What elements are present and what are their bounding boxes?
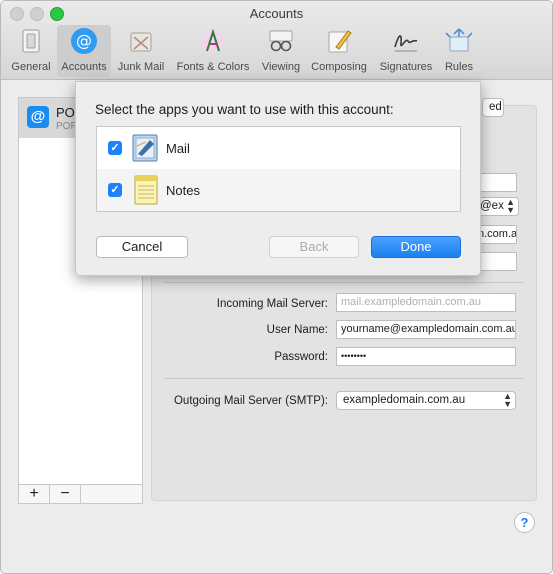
toolbar-label: Rules xyxy=(444,61,474,73)
glasses-icon xyxy=(269,30,293,52)
notes-app-icon xyxy=(134,175,158,205)
help-button[interactable]: ? xyxy=(514,512,535,533)
toolbar-signatures[interactable]: Signatures xyxy=(375,25,437,77)
notes-label: Notes xyxy=(166,183,200,198)
pencil-icon xyxy=(328,30,352,53)
sheet-title: Select the apps you want to use with thi… xyxy=(95,102,394,117)
at-sign-icon: @ xyxy=(27,106,49,128)
account-type: POP xyxy=(56,121,78,132)
list-item[interactable]: ✓ Mail xyxy=(97,127,460,169)
done-button[interactable]: Done xyxy=(371,236,461,258)
svg-text:@: @ xyxy=(76,31,92,50)
signature-icon xyxy=(394,35,418,52)
junk-mail-icon xyxy=(130,32,152,52)
toolbar-label: Viewing xyxy=(261,61,301,73)
username-field[interactable]: yourname@exampledomain.com.au xyxy=(336,320,516,339)
toolbar-composing[interactable]: Composing xyxy=(307,25,371,77)
toolbar-junk-mail[interactable]: Junk Mail xyxy=(114,25,168,77)
popup-arrows-icon: ▲ ▼ xyxy=(506,197,515,215)
toolbar-rules[interactable]: Rules xyxy=(439,25,479,77)
rules-icon xyxy=(445,28,473,52)
select-apps-sheet: Select the apps you want to use with thi… xyxy=(75,81,481,276)
accounts-list-controls: + − xyxy=(18,484,143,504)
mail-checkbox[interactable]: ✓ xyxy=(108,141,122,155)
toolbar-general[interactable]: General xyxy=(7,25,55,77)
toolbar-label: General xyxy=(11,61,51,73)
incoming-server-label: Incoming Mail Server: xyxy=(216,298,328,310)
toolbar-label: Composing xyxy=(311,61,367,73)
toolbar-viewing[interactable]: Viewing xyxy=(257,25,305,77)
toolbar-fonts-colors[interactable]: Fonts & Colors xyxy=(171,25,255,77)
cancel-button[interactable]: Cancel xyxy=(96,236,188,258)
extra-field-partial[interactable] xyxy=(479,252,517,271)
toolbar-label: Fonts & Colors xyxy=(176,61,250,73)
separator xyxy=(164,378,524,379)
window-title: Accounts xyxy=(249,6,304,21)
toolbar-label: Junk Mail xyxy=(117,61,165,73)
fonts-colors-icon xyxy=(202,28,224,53)
separator xyxy=(164,282,524,283)
tab-advanced-partial[interactable]: ed xyxy=(482,98,504,117)
title-bar: Accounts General @ Accounts Junk Mail Fo… xyxy=(1,1,552,80)
at-sign-icon: @ xyxy=(71,28,97,54)
mail-label: Mail xyxy=(166,141,190,156)
smtp-server-popup[interactable]: exampledomain.com.au ▲ ▼ xyxy=(336,391,516,410)
toolbar-label: Signatures xyxy=(379,61,433,73)
preferences-window: Accounts General @ Accounts Junk Mail Fo… xyxy=(0,0,553,574)
account-name: PO xyxy=(56,105,75,120)
toolbar-accounts[interactable]: @ Accounts xyxy=(57,25,111,77)
smtp-label: Outgoing Mail Server (SMTP): xyxy=(173,395,328,407)
mail-app-icon xyxy=(132,134,158,162)
popup-arrows-icon: ▲ ▼ xyxy=(503,391,512,409)
email-address-value: @ex xyxy=(480,200,504,212)
notes-checkbox[interactable]: ✓ xyxy=(108,183,122,197)
incoming-server-field[interactable]: mail.exampledomain.com.au xyxy=(336,293,516,312)
remove-account-button[interactable]: − xyxy=(50,485,81,503)
general-switch-icon xyxy=(22,29,40,53)
back-button[interactable]: Back xyxy=(269,236,359,258)
description-field-partial[interactable] xyxy=(479,173,517,192)
password-field[interactable]: •••••••• xyxy=(336,347,516,366)
username-label: User Name: xyxy=(266,324,328,336)
toolbar-label: Accounts xyxy=(61,61,107,73)
smtp-server-value: exampledomain.com.au xyxy=(343,394,466,406)
add-account-button[interactable]: + xyxy=(19,485,50,503)
password-label: Password: xyxy=(274,351,328,363)
apps-list: ✓ Mail ✓ Notes xyxy=(96,126,461,212)
list-item[interactable]: ✓ Notes xyxy=(97,169,460,211)
